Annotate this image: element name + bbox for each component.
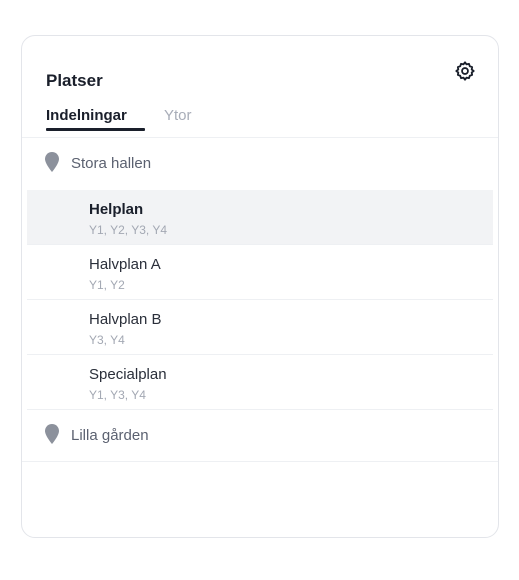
list-item-name: Halvplan A	[89, 256, 161, 273]
list-item-halvplan-a[interactable]: Halvplan A Y1, Y2	[27, 245, 493, 300]
map-pin-icon	[45, 424, 59, 444]
list-item-areas: Y3, Y4	[89, 333, 125, 347]
location-stora-hallen[interactable]: Stora hallen	[22, 138, 498, 188]
map-pin-icon	[45, 152, 59, 172]
location-lilla-garden[interactable]: Lilla gården	[22, 410, 498, 460]
tab-ytor[interactable]: Ytor	[164, 106, 192, 126]
list-item-name: Specialplan	[89, 366, 167, 383]
gear-icon[interactable]	[454, 60, 476, 82]
list-item-specialplan[interactable]: Specialplan Y1, Y3, Y4	[27, 355, 493, 410]
location-label: Lilla gården	[71, 426, 149, 444]
list-item-halvplan-b[interactable]: Halvplan B Y3, Y4	[27, 300, 493, 355]
locations-panel: Platser Indelningar Ytor Stora hallen He…	[21, 35, 499, 538]
location-label: Stora hallen	[71, 154, 152, 172]
tab-indelningar[interactable]: Indelningar	[46, 106, 127, 126]
active-tab-indicator	[46, 128, 145, 131]
list-item-name: Halvplan B	[89, 311, 162, 328]
list-item-name: Helplan	[89, 201, 144, 218]
divider	[22, 461, 498, 462]
list-item-areas: Y1, Y2	[89, 278, 125, 292]
panel-title: Platser	[46, 71, 103, 90]
list-item-helplan[interactable]: Helplan Y1, Y2, Y3, Y4	[27, 190, 493, 245]
list-item-areas: Y1, Y2, Y3, Y4	[89, 223, 168, 237]
list-item-areas: Y1, Y3, Y4	[89, 388, 146, 402]
